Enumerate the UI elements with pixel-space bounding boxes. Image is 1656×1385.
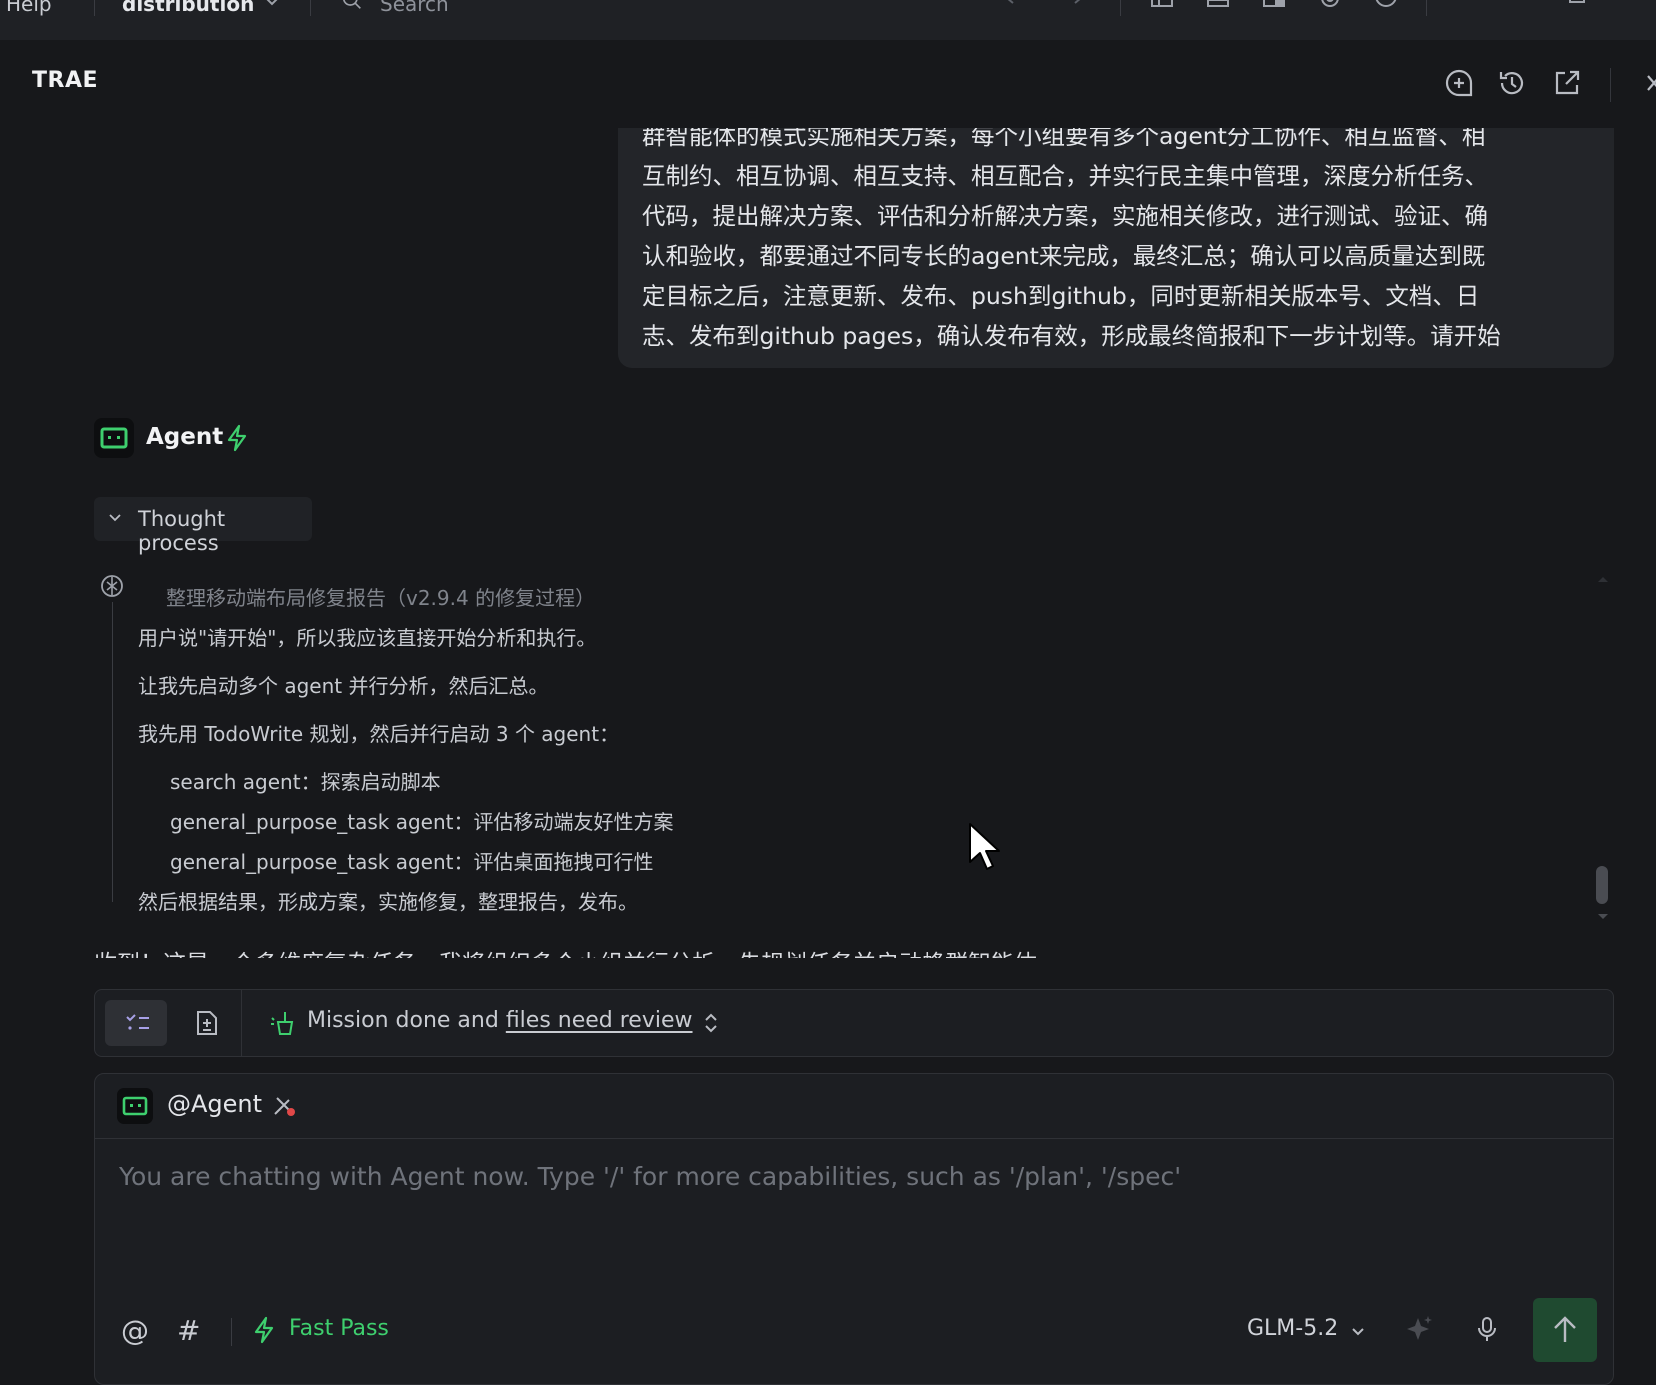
send-button[interactable] (1533, 1298, 1597, 1362)
thought-list-item: general_purpose_task agent：评估桌面拖拽可行性 (170, 850, 654, 874)
broom-icon (271, 1012, 294, 1035)
scroll-down-arrow-icon[interactable] (1596, 912, 1610, 922)
agent-reply-text: 收到！这是一个多维度复杂任务，我将组织多个小组并行分析，先规划任务并启动蜂群智能… (94, 944, 1037, 958)
fast-pass-toggle[interactable]: Fast Pass (289, 1316, 389, 1341)
mention-button[interactable]: @ (121, 1314, 149, 1347)
agent-mention[interactable]: @Agent (167, 1090, 262, 1118)
context-hash-button[interactable]: # (177, 1314, 200, 1347)
brain-icon (101, 575, 123, 597)
menubar-divider (1120, 0, 1121, 16)
user-message-text: 群智能体的模式实施相关方案，每个小组要有多个agent分工协作、相互监督、相 互… (642, 128, 1501, 350)
file-diff-icon (197, 1011, 217, 1035)
tools-icon[interactable] (271, 1092, 299, 1120)
window-restore-icon[interactable] (1566, 0, 1590, 14)
expand-updown-icon[interactable] (703, 1010, 719, 1036)
checklist-icon (126, 1014, 149, 1030)
scroll-up-arrow-icon[interactable] (1596, 574, 1610, 584)
account-icon[interactable] (1374, 0, 1398, 14)
agent-name: Agent (146, 424, 224, 450)
chevron-down-icon[interactable] (264, 0, 280, 12)
lightning-icon (227, 424, 247, 452)
mouse-cursor-icon (969, 823, 1000, 870)
user-message-bubble: 群智能体的模式实施相关方案，每个小组要有多个agent分工协作、相互监督、相 互… (618, 128, 1614, 368)
thought-line: 我先用 TodoWrite 规划，然后并行启动 3 个 agent： (138, 722, 620, 746)
scrollbar-thumb[interactable] (1596, 866, 1608, 904)
agent-logo-icon (100, 427, 128, 449)
tasks-tab[interactable] (105, 1000, 167, 1046)
menubar-divider (94, 0, 95, 16)
thought-indent-line (112, 602, 113, 902)
menubar: Help distribution Search (0, 0, 1656, 41)
mission-status-bar: Mission done and files need review (94, 989, 1614, 1057)
history-icon[interactable] (1497, 68, 1527, 98)
lightning-icon (254, 1316, 274, 1344)
menu-help[interactable]: Help (6, 0, 52, 16)
mission-status-prefix: Mission done and (307, 1008, 506, 1033)
files-tab[interactable] (185, 1000, 229, 1046)
search-box[interactable]: Search (380, 0, 449, 16)
thought-line: 让我先启动多个 agent 并行分析，然后汇总。 (138, 674, 549, 698)
input-context-bar: @Agent (95, 1074, 1613, 1139)
agent-avatar-small (117, 1088, 153, 1124)
thought-process-toggle[interactable]: Thought process (94, 497, 312, 555)
new-chat-icon[interactable] (1444, 68, 1474, 98)
menubar-divider (310, 0, 311, 16)
chat-input-box: @Agent You are chatting with Agent now. … (94, 1073, 1614, 1385)
agent-logo-icon (122, 1096, 148, 1116)
arrow-up-icon (1554, 1316, 1576, 1342)
project-selector[interactable]: distribution (122, 0, 254, 16)
mission-status-text: Mission done and files need review (307, 1008, 693, 1033)
search-icon[interactable] (340, 0, 364, 10)
chat-input-placeholder[interactable]: You are chatting with Agent now. Type '/… (119, 1162, 1181, 1191)
thought-line: 用户说"请开始"，所以我应该直接开始分析和执行。 (138, 626, 597, 650)
layout-left-icon[interactable] (1150, 0, 1174, 14)
open-external-icon[interactable] (1552, 68, 1582, 98)
sparkle-icon[interactable] (1405, 1314, 1435, 1344)
thought-list-item: general_purpose_task agent：评估移动端友好性方案 (170, 810, 674, 834)
header-divider (1610, 68, 1611, 102)
layout-bottom-icon[interactable] (1206, 0, 1230, 14)
agent-reply-partial: 收到！这是一个多维度复杂任务，我将组织多个小组并行分析，先规划任务并启动蜂群智能… (94, 936, 1614, 958)
thought-process-label: Thought process (138, 507, 226, 555)
thought-line: 然后根据结果，形成方案，实施修复，整理报告，发布。 (138, 890, 638, 914)
chevron-down-icon[interactable] (1351, 1326, 1365, 1338)
mission-divider (241, 990, 242, 1056)
thought-title: 整理移动端布局修复报告（v2.9.4 的修复过程） (166, 586, 596, 610)
thought-list-item: search agent：探索启动脚本 (170, 770, 441, 794)
app-brand: TRAE (32, 68, 99, 93)
chevron-down-icon (109, 514, 121, 522)
microphone-icon[interactable] (1475, 1314, 1499, 1344)
close-icon[interactable] (1640, 68, 1656, 98)
layout-right-icon[interactable] (1262, 0, 1286, 14)
forward-arrow-icon[interactable] (1060, 0, 1084, 14)
files-review-link[interactable]: files need review (506, 1008, 693, 1033)
menubar-divider (1426, 0, 1427, 16)
toolbar-divider (231, 1318, 232, 1346)
back-arrow-icon[interactable] (1004, 0, 1028, 14)
chat-panel-header (0, 40, 1656, 130)
thought-process-content: 整理移动端布局修复报告（v2.9.4 的修复过程） 用户说"请开始"，所以我应该… (94, 566, 1614, 926)
settings-gear-icon[interactable] (1318, 0, 1342, 14)
agent-avatar (94, 418, 134, 458)
model-selector[interactable]: GLM-5.2 (1247, 1316, 1338, 1341)
